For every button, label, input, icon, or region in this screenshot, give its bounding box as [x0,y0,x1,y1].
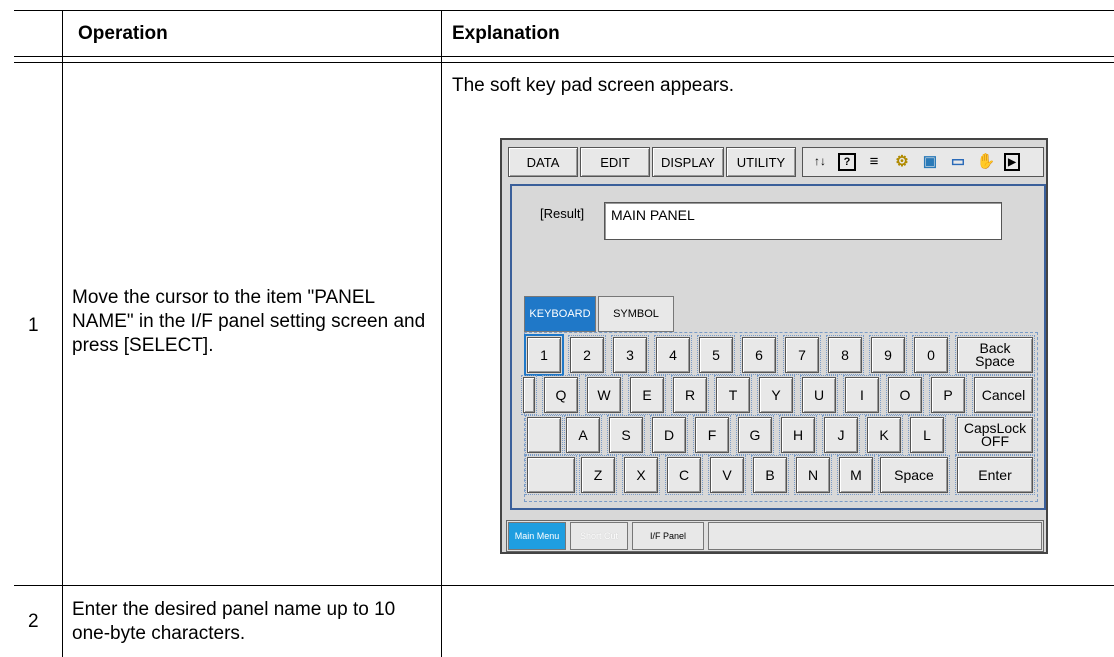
screen-icon[interactable]: ▭ [948,150,968,172]
key-q[interactable]: Q [542,375,580,415]
row-rule [14,585,1114,586]
header-explanation: Explanation [452,23,560,44]
key-6[interactable]: 6 [740,335,778,375]
key-y[interactable]: Y [757,375,795,415]
tab-symbol[interactable]: SYMBOL [598,296,674,332]
play-icon[interactable]: ▶ [1004,153,1020,171]
key-t[interactable]: T [714,375,752,415]
help-icon[interactable]: ? [838,153,856,171]
key-m[interactable]: M [837,455,875,495]
key-enter[interactable]: Enter [955,455,1035,495]
hand-icon[interactable]: ✋ [976,150,996,172]
key-space[interactable]: Space [878,455,950,495]
key-indent-row2 [521,375,537,415]
keyboard: 1 2 3 4 5 6 7 8 9 0 Back Space Q W E R T… [521,332,1038,502]
key-s[interactable]: S [607,415,645,455]
chart-icon[interactable]: ≡ [864,150,884,172]
row-2-number: 2 [28,611,39,632]
key-indent-row3 [525,415,563,455]
bottom-bar-empty [708,522,1042,550]
result-field[interactable]: MAIN PANEL [604,202,1002,240]
key-8[interactable]: 8 [826,335,864,375]
soft-keypad-screen: DATA EDIT DISPLAY UTILITY ↑↓ ? ≡ ⚙ ▣ ▭ ✋… [500,138,1048,554]
key-g[interactable]: G [736,415,774,455]
main-menu-button[interactable]: Main Menu [508,522,566,550]
header-rule-2 [14,62,1114,63]
key-5[interactable]: 5 [697,335,735,375]
row-1-number: 1 [28,315,39,336]
row-2-operation: Enter the desired panel name up to 10 on… [72,599,396,644]
key-v[interactable]: V [708,455,746,495]
key-1[interactable]: 1 [524,334,564,376]
key-indent-row4 [525,455,577,495]
key-d[interactable]: D [650,415,688,455]
key-backspace[interactable]: Back Space [955,335,1035,375]
table-top-rule [14,10,1114,11]
io-icon[interactable]: ↑↓ [810,150,830,172]
key-n[interactable]: N [794,455,832,495]
keypad-panel: [Result] MAIN PANEL KEYBOARD SYMBOL 1 2 … [510,184,1046,510]
result-label: [Result] [540,206,585,221]
key-4[interactable]: 4 [654,335,692,375]
key-i[interactable]: I [843,375,881,415]
key-u[interactable]: U [800,375,838,415]
key-7[interactable]: 7 [783,335,821,375]
key-x[interactable]: X [622,455,660,495]
menu-data-button[interactable]: DATA [508,147,578,177]
robot-icon[interactable]: ⚙ [892,150,912,172]
row-1-operation: Move the cursor to the item "PANEL NAME"… [72,287,426,356]
key-b[interactable]: B [751,455,789,495]
menu-display-button[interactable]: DISPLAY [652,147,724,177]
key-o[interactable]: O [886,375,924,415]
tc-icon[interactable]: ▣ [920,150,940,172]
key-l[interactable]: L [908,415,946,455]
key-f[interactable]: F [693,415,731,455]
key-cancel[interactable]: Cancel [972,375,1035,415]
col-rule-1 [62,10,63,657]
key-h[interactable]: H [779,415,817,455]
short-cut-button[interactable]: Short Cut [570,522,628,550]
key-p[interactable]: P [929,375,967,415]
key-3[interactable]: 3 [611,335,649,375]
key-e[interactable]: E [628,375,666,415]
menu-edit-button[interactable]: EDIT [580,147,650,177]
menu-utility-button[interactable]: UTILITY [726,147,796,177]
if-panel-button[interactable]: I/F Panel [632,522,704,550]
key-2[interactable]: 2 [568,335,606,375]
key-9[interactable]: 9 [869,335,907,375]
key-r[interactable]: R [671,375,709,415]
header-operation: Operation [78,23,168,44]
header-rule-1 [14,56,1114,57]
key-a[interactable]: A [564,415,602,455]
key-0[interactable]: 0 [912,335,950,375]
key-j[interactable]: J [822,415,860,455]
tab-keyboard[interactable]: KEYBOARD [524,296,596,332]
key-z[interactable]: Z [579,455,617,495]
key-c[interactable]: C [665,455,703,495]
key-w[interactable]: W [585,375,623,415]
row-1-explanation: The soft key pad screen appears. [452,75,734,96]
key-capslock[interactable]: CapsLock OFF [955,415,1035,455]
col-rule-2 [441,10,442,657]
key-k[interactable]: K [865,415,903,455]
